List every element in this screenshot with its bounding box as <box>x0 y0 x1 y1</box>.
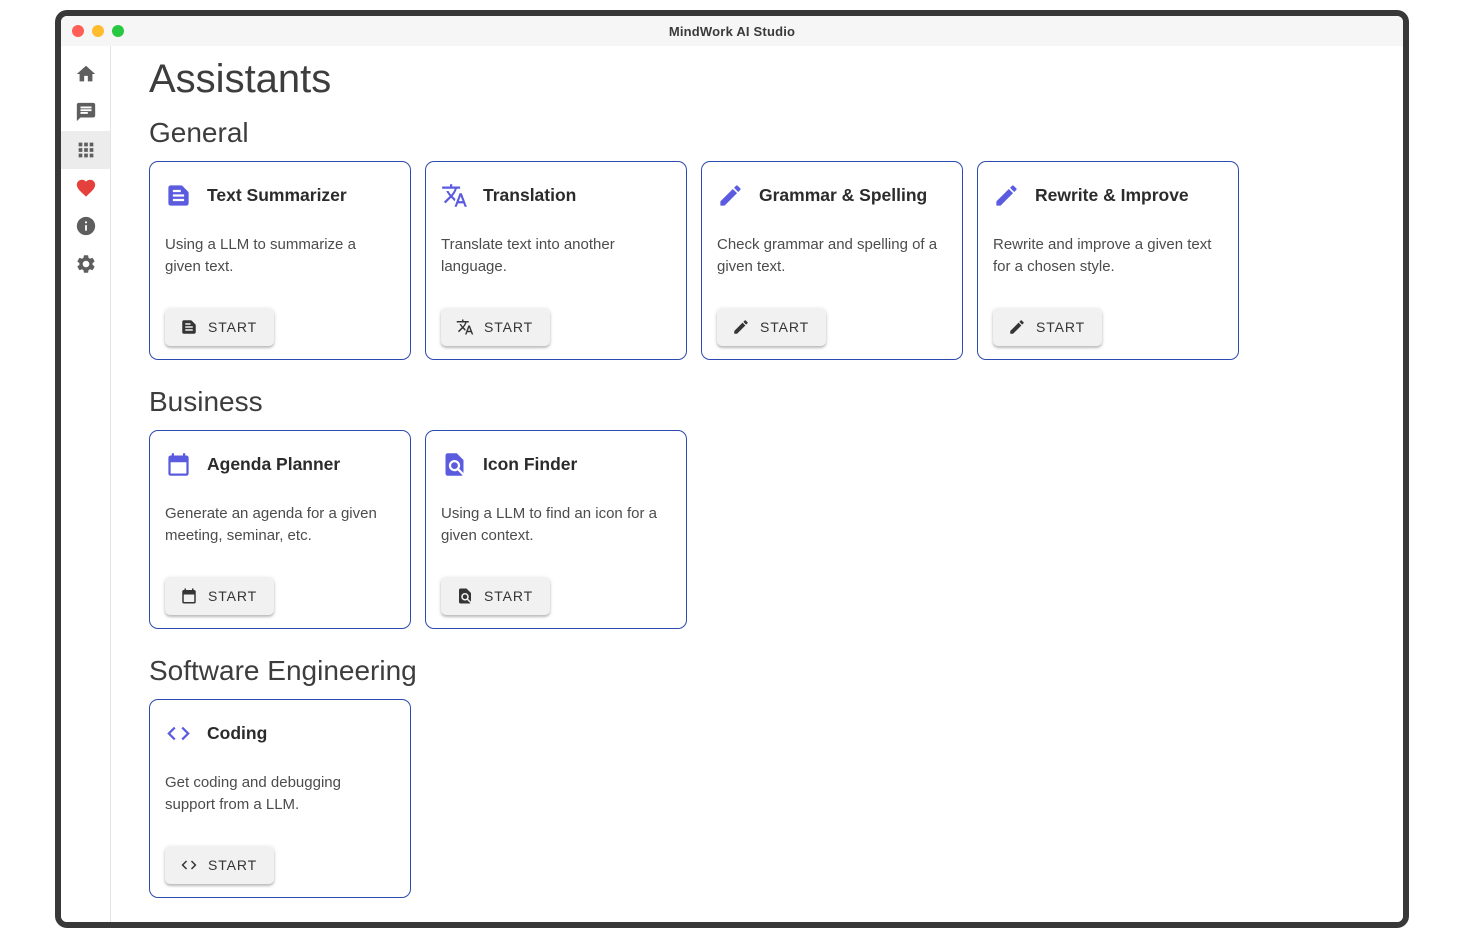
app-window: MindWork AI Studio <box>55 10 1409 928</box>
start-button-label: START <box>484 319 533 335</box>
card-description: Using a LLM to find an icon for a given … <box>441 503 671 547</box>
start-button-coding[interactable]: START <box>165 846 274 884</box>
sidebar-item-about[interactable] <box>61 207 110 245</box>
card-description: Using a LLM to summarize a given text. <box>165 234 395 278</box>
translate-icon <box>441 182 468 209</box>
card-title: Agenda Planner <box>207 454 340 475</box>
start-button-label: START <box>1036 319 1085 335</box>
sidebar-item-home[interactable] <box>61 55 110 93</box>
start-button-label: START <box>208 857 257 873</box>
text-snippet-icon <box>180 318 198 336</box>
card-title: Text Summarizer <box>207 185 347 206</box>
code-icon <box>165 720 192 747</box>
card-description: Generate an agenda for a given meeting, … <box>165 503 395 547</box>
text-snippet-icon <box>165 182 192 209</box>
chat-icon <box>75 101 97 123</box>
section-title-business: Business <box>149 386 1383 418</box>
window-content: MindWork AI Studio <box>61 16 1403 922</box>
start-button-label: START <box>484 588 533 604</box>
pencil-icon <box>1008 318 1026 336</box>
start-button-icon-finder[interactable]: START <box>441 577 550 615</box>
code-icon <box>180 856 198 874</box>
assistant-card-icon-finder: Icon Finder Using a LLM to find an icon … <box>425 430 687 629</box>
card-description: Rewrite and improve a given text for a c… <box>993 234 1223 278</box>
sidebar-item-settings[interactable] <box>61 245 110 283</box>
page-title: Assistants <box>149 56 1383 102</box>
card-title: Translation <box>483 185 576 206</box>
section-title-software-engineering: Software Engineering <box>149 655 1383 687</box>
card-title: Icon Finder <box>483 454 577 475</box>
card-row-software-engineering: Coding Get coding and debugging support … <box>149 699 1383 898</box>
calendar-icon <box>165 451 192 478</box>
card-title: Rewrite & Improve <box>1035 185 1189 206</box>
assistant-card-coding: Coding Get coding and debugging support … <box>149 699 411 898</box>
settings-gear-icon <box>75 253 97 275</box>
find-in-page-icon <box>456 587 474 605</box>
heart-icon <box>75 177 97 199</box>
main-content: Assistants General Text Summarizer Using… <box>111 46 1403 922</box>
window-titlebar: MindWork AI Studio <box>61 16 1403 46</box>
find-in-page-icon <box>441 451 468 478</box>
info-icon <box>75 215 97 237</box>
assistant-card-text-summarizer: Text Summarizer Using a LLM to summarize… <box>149 161 411 360</box>
start-button-rewrite-improve[interactable]: START <box>993 308 1102 346</box>
start-button-translation[interactable]: START <box>441 308 550 346</box>
sidebar-item-favorites[interactable] <box>61 169 110 207</box>
start-button-agenda-planner[interactable]: START <box>165 577 274 615</box>
start-button-grammar-spelling[interactable]: START <box>717 308 826 346</box>
translate-icon <box>456 318 474 336</box>
pencil-icon <box>717 182 744 209</box>
assistant-card-grammar-spelling: Grammar & Spelling Check grammar and spe… <box>701 161 963 360</box>
start-button-text-summarizer[interactable]: START <box>165 308 274 346</box>
start-button-label: START <box>760 319 809 335</box>
home-icon <box>75 63 97 85</box>
card-description: Translate text into another language. <box>441 234 671 278</box>
window-title: MindWork AI Studio <box>61 24 1403 39</box>
card-description: Check grammar and spelling of a given te… <box>717 234 947 278</box>
start-button-label: START <box>208 588 257 604</box>
card-title: Grammar & Spelling <box>759 185 927 206</box>
section-title-general: General <box>149 117 1383 149</box>
sidebar-item-assistants[interactable] <box>61 131 110 169</box>
start-button-label: START <box>208 319 257 335</box>
card-row-general: Text Summarizer Using a LLM to summarize… <box>149 161 1383 360</box>
card-row-business: Agenda Planner Generate an agenda for a … <box>149 430 1383 629</box>
assistant-card-translation: Translation Translate text into another … <box>425 161 687 360</box>
card-title: Coding <box>207 723 267 744</box>
card-description: Get coding and debugging support from a … <box>165 772 395 816</box>
sidebar-item-chat[interactable] <box>61 93 110 131</box>
apps-grid-icon <box>75 139 97 161</box>
sidebar <box>61 46 111 922</box>
assistant-card-agenda-planner: Agenda Planner Generate an agenda for a … <box>149 430 411 629</box>
pencil-icon <box>732 318 750 336</box>
assistant-card-rewrite-improve: Rewrite & Improve Rewrite and improve a … <box>977 161 1239 360</box>
calendar-icon <box>180 587 198 605</box>
pencil-icon <box>993 182 1020 209</box>
